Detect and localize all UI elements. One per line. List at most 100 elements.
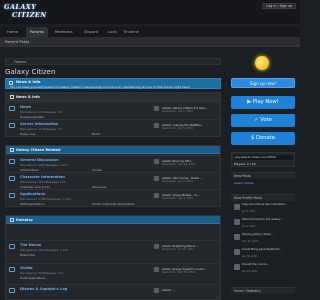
forum-node[interactable]: Server Information Discussions: 14 Messa… — [6, 119, 220, 136]
tab-members[interactable]: Members — [51, 27, 77, 37]
collapse-icon[interactable] — [10, 218, 14, 222]
section-title: Roleplay — [16, 217, 33, 222]
avatar[interactable] — [154, 123, 159, 128]
profile-post-text: Welcome back to the Galaxy... — [242, 217, 283, 221]
latest-thread-meta: Seventydo · Jun 1, 2021 — [162, 110, 194, 113]
recent-posts-link[interactable]: Recent Posts — [5, 37, 29, 47]
forum-icon — [9, 288, 15, 293]
latest-thread-link[interactable]: Latest: Rogue Squadron Guild... — [162, 267, 206, 271]
subforum-link[interactable]: Books — [92, 132, 100, 136]
forum-name[interactable]: Character Information — [20, 175, 65, 179]
section-title: News & Info — [16, 94, 40, 99]
forum-name[interactable]: News — [20, 105, 31, 109]
forum-node[interactable]: General Discussion Discussions: 290 Mess… — [6, 155, 220, 172]
forum-node[interactable]: Applications Discussions: 1,000 Messages… — [6, 189, 220, 206]
forum-icon — [9, 267, 15, 272]
subforum-link[interactable]: Resources — [92, 185, 106, 189]
sign-up-button[interactable]: Sign up now! — [231, 78, 295, 88]
avatar[interactable] — [154, 159, 159, 164]
avatar[interactable] — [234, 249, 240, 255]
avatar[interactable] — [154, 267, 159, 272]
collapse-icon[interactable] — [10, 95, 14, 99]
section-header: Galaxy Citizen Related — [6, 146, 220, 154]
latest-thread-meta: Seventydo · Mar 30, 2021 — [162, 271, 196, 274]
sub-nav: Recent Posts — [0, 37, 300, 47]
avatar[interactable] — [154, 244, 159, 249]
subforum-link[interactable]: Character Lore & Info — [20, 185, 50, 189]
profile-post-item[interactable]: Welcome back to the Galaxy... Jun 4, 202… — [231, 217, 295, 230]
avatar[interactable] — [234, 264, 240, 270]
avatar[interactable] — [234, 219, 240, 225]
play-now-label: Play Now! — [252, 99, 279, 105]
latest-thread-link[interactable]: Latest: Galaxy Citizen 2.0 Ope... — [162, 106, 207, 110]
new-posts-link[interactable]: Galaxy Citizen — [234, 181, 254, 185]
subforum-link[interactable]: Rules, Lore — [20, 132, 35, 136]
forum-node[interactable]: Diaries & Captain's Log Latest: ... — [6, 284, 220, 300]
collapse-icon[interactable] — [10, 148, 14, 152]
latest-thread-link[interactable]: Latest: Leaving the Stafftea... — [162, 123, 203, 127]
avatar[interactable] — [154, 176, 159, 181]
subforum-link[interactable]: Develop Updates — [20, 115, 44, 119]
latest-thread-meta: Seventydo · Jan 2, 2021 — [162, 180, 193, 183]
forum-section-roleplay: Roleplay The Nexus Discussions: 205 Mess… — [5, 215, 221, 300]
forum-icon — [9, 123, 15, 128]
page-title: Galaxy Citizen — [5, 68, 56, 76]
forum-name[interactable]: Server Information — [20, 122, 58, 126]
forum-node[interactable]: Character Information Discussions: 161 M… — [6, 172, 220, 189]
site-logo[interactable]: GALAXY CITIZEN — [4, 3, 48, 20]
server-status-box: play.galactic-citizen.com:25565 Players:… — [231, 152, 295, 167]
subforum-link[interactable]: Staff Applications — [20, 202, 45, 206]
forum-name[interactable]: Guilds — [20, 266, 33, 270]
profile-post-item[interactable]: Playing galaxy citizen... May 22, 2021 — [231, 232, 295, 245]
tab-home[interactable]: Home — [3, 27, 22, 37]
forum-node[interactable]: News Discussions: 20 Messages: 30 Develo… — [6, 102, 220, 119]
login-button[interactable]: Log in / Sign up — [262, 3, 296, 9]
subforum-link[interactable]: Socials — [92, 168, 102, 172]
latest-thread-link[interactable]: Latest: Ollin Yarrna - Rebel ... — [162, 176, 203, 180]
forum-name[interactable]: Applications — [20, 192, 45, 196]
forum-stats: Discussions: 205 Messages: 2,210 — [20, 248, 68, 252]
forum-node[interactable]: Guilds Discussions: 38 Messages: 111 Gui… — [6, 263, 220, 280]
vote-label: Vote — [260, 117, 272, 123]
avatar[interactable] — [154, 288, 159, 293]
profile-post-item[interactable]: Sugo and Ozone has completed... Jun 5, 2… — [231, 202, 295, 215]
vote-button[interactable]: ✓ Vote — [231, 114, 295, 127]
avatar[interactable] — [234, 234, 240, 240]
latest-thread-meta: Seventydo · Apr 29, 2021 — [162, 163, 196, 166]
profile-post-item[interactable]: Should the lore be... Apr 20, 2021 — [231, 262, 295, 275]
subforum-link[interactable]: Faction Character Applications — [92, 202, 135, 206]
latest-thread-link[interactable]: Latest: Bout my life I... — [162, 159, 194, 163]
profile-post-date: Apr 30, 2021 — [242, 255, 258, 258]
forum-name[interactable]: Diaries & Captain's Log — [20, 287, 67, 291]
breadcrumb: Forums — [5, 58, 221, 65]
sun-logo-icon — [255, 56, 269, 70]
donate-button[interactable]: $ Donate — [231, 132, 295, 145]
latest-thread-link[interactable]: Latest: ... — [162, 288, 175, 292]
forum-section-news: News & Info News Discussions: 20 Message… — [5, 92, 221, 137]
subforum-link[interactable]: Guild Applications — [20, 276, 45, 280]
subforum-link[interactable]: Nexus Hub — [20, 253, 35, 257]
avatar[interactable] — [234, 204, 240, 210]
profile-post-item[interactable]: Cowel Bring gave Nightwolf... Apr 30, 20… — [231, 247, 295, 260]
notice-text: You can keep yourself posted on Galaxy C… — [10, 85, 190, 89]
forum-name[interactable]: General Discussion — [20, 158, 59, 162]
logo-line-2: CITIZEN — [12, 10, 47, 19]
breadcrumb-forums[interactable]: Forums — [14, 60, 26, 64]
tab-timeline[interactable]: Timeline — [119, 27, 143, 37]
latest-thread-link[interactable]: Latest: Space Pirates - Ac... — [162, 193, 200, 197]
notice-title: News & Info — [16, 80, 41, 84]
forum-name[interactable]: The Nexus — [20, 243, 41, 247]
play-now-button[interactable]: ▶ Play Now! — [231, 96, 295, 109]
profile-post-date: Apr 20, 2021 — [242, 270, 258, 273]
forum-icon — [9, 244, 15, 249]
latest-thread-link[interactable]: Latest: Exploring Nexus ... — [162, 244, 199, 248]
tab-discord[interactable]: Discord — [80, 27, 102, 37]
donate-label: Donate — [256, 135, 275, 141]
tab-forums[interactable]: Forums — [26, 27, 49, 37]
server-address[interactable]: play.galactic-citizen.com:25565 — [234, 155, 293, 160]
avatar[interactable] — [154, 193, 159, 198]
subforum-link[interactable]: Introductions — [20, 168, 38, 172]
avatar[interactable] — [154, 106, 159, 111]
collapse-icon[interactable] — [9, 80, 13, 85]
forum-node[interactable]: The Nexus Discussions: 205 Messages: 2,2… — [6, 240, 220, 257]
